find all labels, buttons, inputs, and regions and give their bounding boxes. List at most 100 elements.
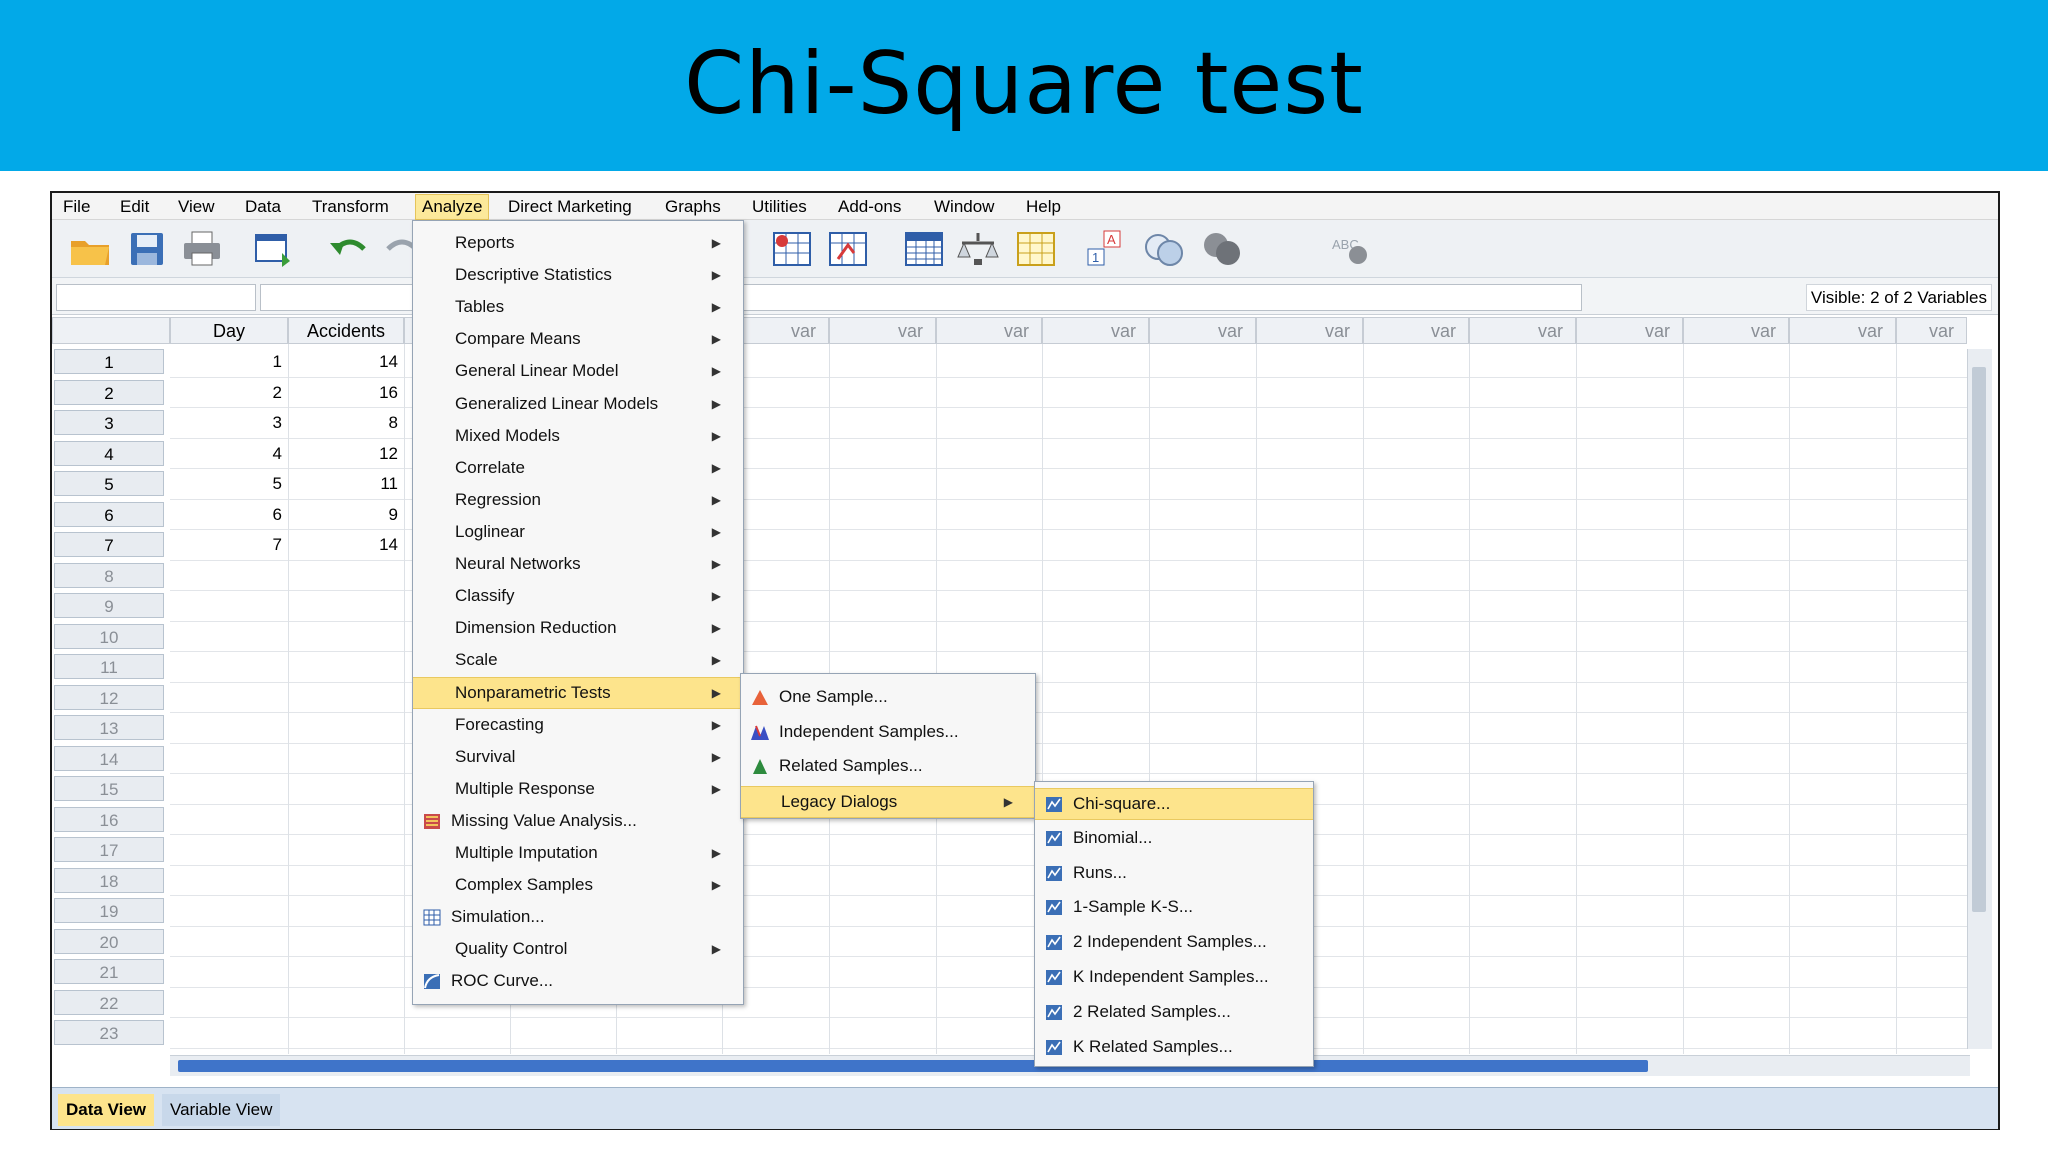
legacy-item-1-sample-k-s[interactable]: 1-Sample K-S...	[1035, 892, 1313, 922]
analyze-menu-item-forecasting[interactable]: Forecasting ▶	[413, 710, 743, 740]
column-header-day[interactable]: Day	[170, 317, 288, 344]
row-header[interactable]: 11	[54, 654, 164, 679]
menu-utilities[interactable]: Utilities	[752, 197, 807, 217]
row-header[interactable]: 5	[54, 471, 164, 496]
analyze-menu-item-classify[interactable]: Classify ▶	[413, 581, 743, 611]
open-folder-icon[interactable]	[68, 229, 112, 269]
nonparametric-item-one-sample[interactable]: One Sample...	[741, 682, 1035, 712]
menu-help[interactable]: Help	[1026, 197, 1061, 217]
column-header-var[interactable]: var	[1789, 317, 1896, 344]
row-header[interactable]: 15	[54, 776, 164, 801]
split-file-icon[interactable]	[956, 229, 1000, 269]
analyze-menu-item-tables[interactable]: Tables ▶	[413, 292, 743, 322]
cell-accidents[interactable]: 14	[288, 530, 404, 560]
goto-case-icon[interactable]	[770, 229, 814, 269]
cell-day[interactable]: 7	[170, 530, 288, 560]
row-header[interactable]: 18	[54, 867, 164, 893]
row-header[interactable]: 22	[54, 989, 164, 1015]
row-header[interactable]: 8	[54, 562, 164, 588]
use-sets-icon[interactable]	[1142, 229, 1186, 269]
legacy-item-binomial[interactable]: Binomial...	[1035, 823, 1313, 853]
analyze-menu-item-complex-samples[interactable]: Complex Samples ▶	[413, 870, 743, 900]
analyze-menu-item-regression[interactable]: Regression ▶	[413, 485, 743, 515]
analyze-menu-item-roc-curve[interactable]: ROC Curve...	[413, 966, 743, 996]
legacy-item-k-independent-samples[interactable]: K Independent Samples...	[1035, 962, 1313, 992]
row-header[interactable]: 7	[54, 532, 164, 557]
column-header-var[interactable]: var	[1256, 317, 1363, 344]
analyze-menu-item-compare-means[interactable]: Compare Means ▶	[413, 324, 743, 354]
analyze-menu-item-mixed-models[interactable]: Mixed Models ▶	[413, 421, 743, 451]
print-icon[interactable]	[180, 229, 224, 269]
legacy-item-2-independent-samples[interactable]: 2 Independent Samples...	[1035, 927, 1313, 957]
row-header[interactable]: 21	[54, 959, 164, 984]
column-header-var[interactable]: var	[1896, 317, 1967, 344]
menu-window[interactable]: Window	[934, 197, 994, 217]
menu-transform[interactable]: Transform	[312, 197, 389, 217]
horizontal-scroll-thumb[interactable]	[178, 1060, 1648, 1072]
row-header[interactable]: 2	[54, 379, 164, 405]
row-header[interactable]: 14	[54, 745, 164, 771]
row-header[interactable]: 9	[54, 593, 164, 618]
analyze-menu-item-missing-value-analysis[interactable]: Missing Value Analysis...	[413, 806, 743, 836]
cell-accidents[interactable]: 16	[288, 378, 404, 408]
row-header[interactable]: 20	[54, 928, 164, 954]
menu-edit[interactable]: Edit	[120, 197, 149, 217]
row-header[interactable]: 10	[54, 623, 164, 649]
analyze-menu-item-descriptive-statistics[interactable]: Descriptive Statistics ▶	[413, 260, 743, 290]
row-header[interactable]: 1	[54, 349, 164, 374]
spell-check-icon[interactable]: ABC	[1328, 229, 1372, 269]
column-header-var[interactable]: var	[1683, 317, 1789, 344]
analyze-menu-item-multiple-response[interactable]: Multiple Response ▶	[413, 774, 743, 804]
cell-accidents[interactable]: 12	[288, 439, 404, 469]
menu-data[interactable]: Data	[245, 197, 281, 217]
analyze-menu-item-nonparametric-tests[interactable]: Nonparametric Tests ▶	[413, 677, 743, 710]
save-icon[interactable]	[125, 229, 169, 269]
cell-accidents[interactable]: 14	[288, 347, 404, 377]
vertical-scrollbar[interactable]	[1967, 349, 1992, 1049]
menu-graphs[interactable]: Graphs	[665, 197, 721, 217]
column-header-var[interactable]: var	[1042, 317, 1149, 344]
undo-icon[interactable]	[326, 229, 370, 269]
analyze-menu-item-correlate[interactable]: Correlate ▶	[413, 453, 743, 483]
show-all-variables-icon[interactable]	[1200, 229, 1244, 269]
row-header[interactable]: 17	[54, 837, 164, 862]
analyze-menu-item-neural-networks[interactable]: Neural Networks ▶	[413, 549, 743, 579]
variables-icon[interactable]	[902, 229, 946, 269]
menu-direct-marketing[interactable]: Direct Marketing	[508, 197, 632, 217]
cell-day[interactable]: 2	[170, 378, 288, 408]
cell-name-box[interactable]	[56, 284, 256, 311]
legacy-item-2-related-samples[interactable]: 2 Related Samples...	[1035, 997, 1313, 1027]
row-header[interactable]: 6	[54, 501, 164, 527]
analyze-menu-item-scale[interactable]: Scale ▶	[413, 645, 743, 675]
cell-day[interactable]: 5	[170, 469, 288, 499]
cell-accidents[interactable]: 9	[288, 500, 404, 530]
row-header[interactable]: 12	[54, 684, 164, 710]
row-header[interactable]: 3	[54, 410, 164, 435]
cell-day[interactable]: 6	[170, 500, 288, 530]
column-header-var[interactable]: var	[1469, 317, 1576, 344]
column-header-var[interactable]: var	[936, 317, 1042, 344]
analyze-menu-item-general-linear-model[interactable]: General Linear Model ▶	[413, 356, 743, 386]
analyze-menu-item-simulation[interactable]: Simulation...	[413, 902, 743, 932]
row-header[interactable]: 19	[54, 898, 164, 923]
legacy-item-runs[interactable]: Runs...	[1035, 858, 1313, 888]
column-header-var[interactable]: var	[829, 317, 936, 344]
recall-dialog-icon[interactable]	[252, 229, 296, 269]
analyze-menu-item-dimension-reduction[interactable]: Dimension Reduction ▶	[413, 613, 743, 643]
analyze-menu-item-loglinear[interactable]: Loglinear ▶	[413, 517, 743, 547]
column-header-accidents[interactable]: Accidents	[288, 317, 404, 344]
menu-view[interactable]: View	[178, 197, 215, 217]
cell-day[interactable]: 1	[170, 347, 288, 377]
legacy-item-chi-square[interactable]: Chi-square...	[1035, 788, 1313, 820]
cell-day[interactable]: 3	[170, 408, 288, 438]
tab-variable-view[interactable]: Variable View	[162, 1094, 281, 1126]
row-header[interactable]: 23	[54, 1020, 164, 1045]
cell-day[interactable]: 4	[170, 439, 288, 469]
select-cases-icon[interactable]: A1	[1084, 229, 1128, 269]
tab-data-view[interactable]: Data View	[58, 1094, 155, 1126]
cell-accidents[interactable]: 11	[288, 469, 404, 499]
analyze-menu-item-survival[interactable]: Survival ▶	[413, 742, 743, 772]
nonparametric-item-legacy-dialogs[interactable]: Legacy Dialogs ▶	[741, 785, 1035, 818]
nonparametric-item-independent-samples[interactable]: Independent Samples...	[741, 717, 1035, 747]
analyze-menu-item-reports[interactable]: Reports ▶	[413, 228, 743, 258]
